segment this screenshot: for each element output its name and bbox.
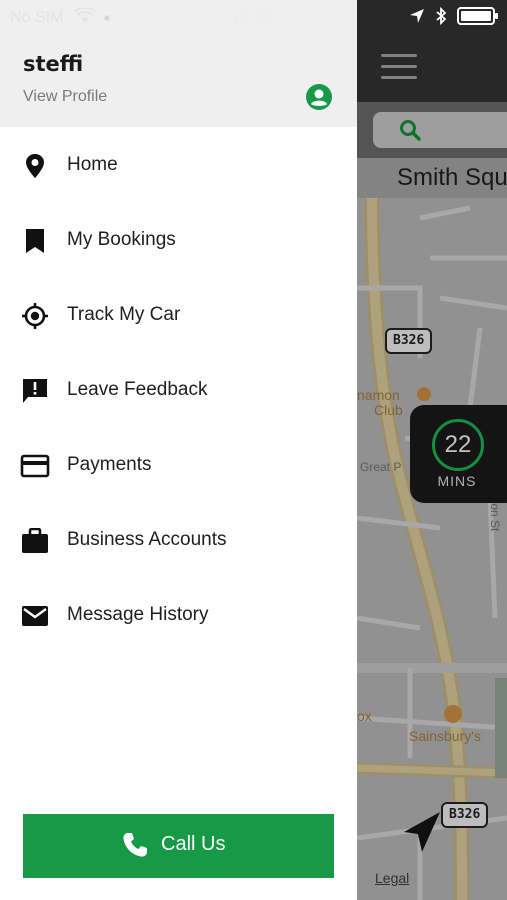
briefcase-icon <box>22 528 48 553</box>
battery-icon <box>457 7 498 25</box>
location-pin-icon <box>26 154 44 178</box>
menu-item-label: My Bookings <box>67 229 176 250</box>
carrier-label: No SIM <box>10 9 64 26</box>
menu-item-label: Home <box>67 154 118 175</box>
activity-icon: ⁕ <box>102 13 112 25</box>
drawer-scrim[interactable] <box>357 0 507 900</box>
menu-item-payments[interactable]: Payments <box>0 434 357 496</box>
clock: 13:55 <box>230 7 273 26</box>
menu-item-label: Message History <box>67 604 209 625</box>
menu-item-my-bookings[interactable]: My Bookings <box>0 209 357 271</box>
phone-icon <box>123 833 147 857</box>
credit-card-icon <box>20 454 50 478</box>
menu-item-label: Leave Feedback <box>67 379 208 400</box>
view-profile-link[interactable]: View Profile <box>23 88 107 106</box>
navigation-drawer: steffi View Profile Home My Bookings Tra… <box>0 0 357 900</box>
status-icons <box>409 6 499 26</box>
menu-item-leave-feedback[interactable]: Leave Feedback <box>0 359 357 421</box>
menu-item-message-history[interactable]: Message History <box>0 584 357 646</box>
call-us-button[interactable]: Call Us <box>23 814 334 878</box>
location-arrow-icon <box>410 9 424 23</box>
menu-item-label: Business Accounts <box>67 529 227 550</box>
carrier-status: No SIM ⁕ <box>10 6 112 27</box>
menu-item-label: Track My Car <box>67 304 181 325</box>
bookmark-icon <box>26 229 44 253</box>
feedback-icon <box>23 379 47 403</box>
menu-item-track-my-car[interactable]: Track My Car <box>0 284 357 346</box>
status-bar: No SIM ⁕ 13:55 <box>0 0 507 36</box>
target-icon <box>22 303 48 329</box>
menu-item-home[interactable]: Home <box>0 134 357 196</box>
envelope-icon <box>22 606 48 626</box>
call-us-label: Call Us <box>161 833 226 855</box>
menu-item-business-accounts[interactable]: Business Accounts <box>0 509 357 571</box>
account-circle-icon[interactable] <box>305 83 333 111</box>
menu-item-label: Payments <box>67 454 152 475</box>
wifi-icon <box>73 6 96 23</box>
user-name: steffi <box>23 52 84 76</box>
bluetooth-icon <box>436 7 447 25</box>
